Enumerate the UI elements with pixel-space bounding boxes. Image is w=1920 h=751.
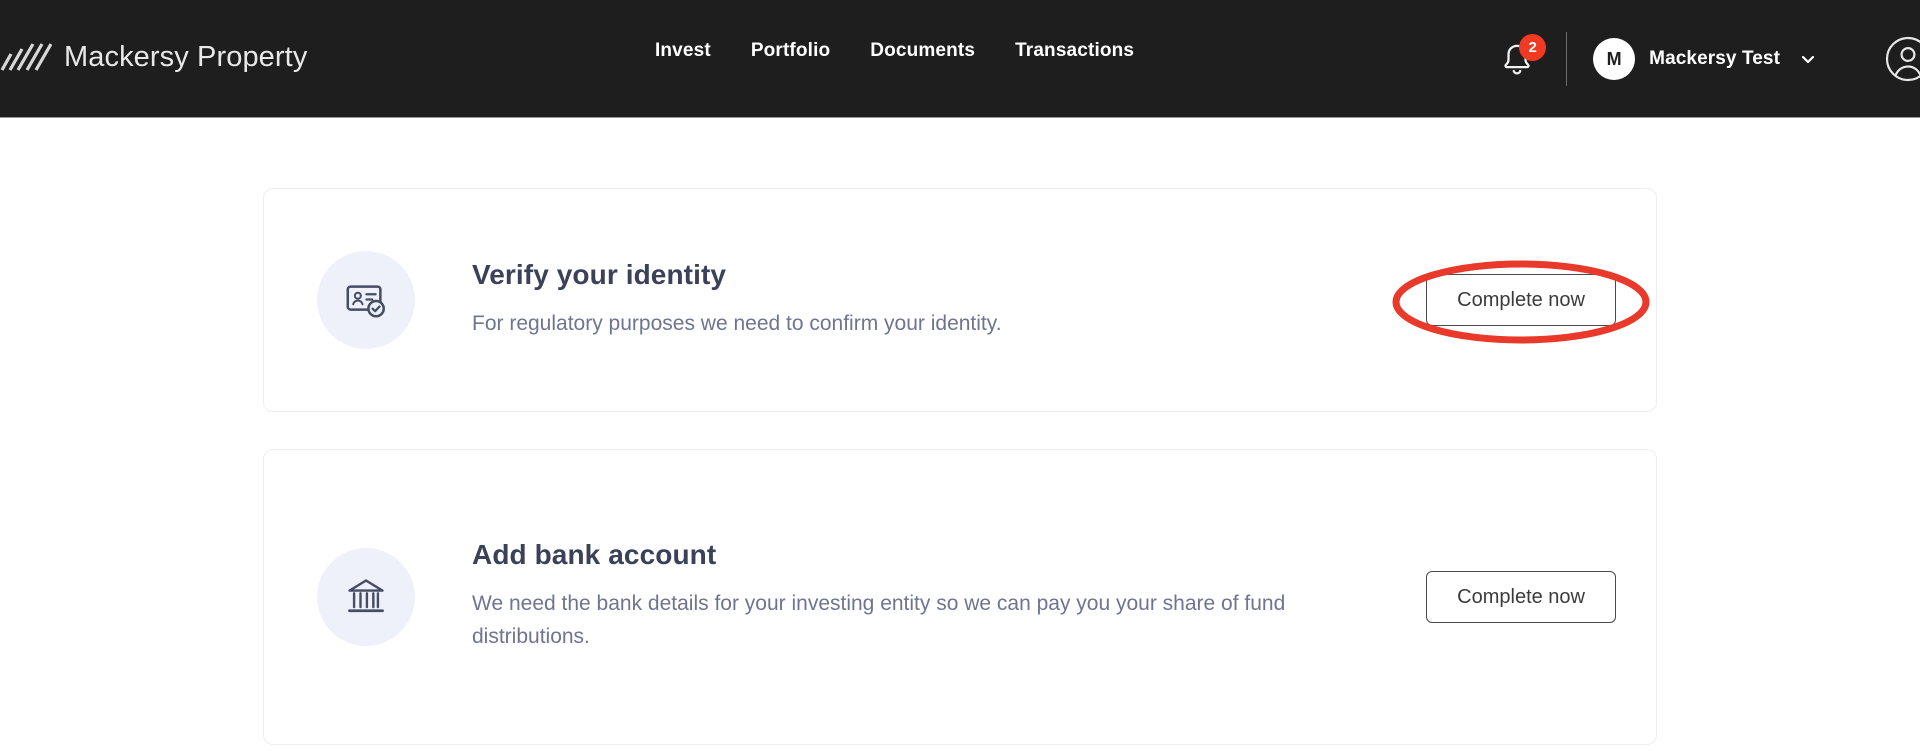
task-card-description: We need the bank details for your invest…	[472, 588, 1352, 654]
brand-name: Mackersy Property	[64, 41, 307, 74]
complete-now-button-identity[interactable]: Complete now	[1426, 274, 1616, 326]
notifications-button[interactable]: 2	[1494, 36, 1540, 82]
notification-count-badge: 2	[1519, 34, 1546, 61]
task-card-title: Add bank account	[472, 540, 1352, 571]
task-card-description: For regulatory purposes we need to confi…	[472, 308, 1352, 341]
task-card-text: Verify your identity For regulatory purp…	[472, 260, 1352, 341]
task-card-title: Verify your identity	[472, 260, 1352, 291]
nav-item-transactions[interactable]: Transactions	[1015, 40, 1134, 62]
task-card-inner: Add bank account We need the bank detail…	[317, 450, 1616, 744]
nav-item-invest[interactable]: Invest	[655, 40, 711, 62]
task-card-action: Complete now	[1426, 571, 1616, 623]
avatar: M	[1593, 38, 1635, 80]
header-right-cluster: 2 M Mackersy Test	[1494, 0, 1898, 118]
user-name-label: Mackersy Test	[1649, 48, 1780, 70]
complete-now-button-bank[interactable]: Complete now	[1426, 571, 1616, 623]
task-card-action: Complete now	[1426, 274, 1616, 326]
main-navigation: Invest Portfolio Documents Transactions	[655, 40, 1134, 62]
task-card-add-bank-account: Add bank account We need the bank detail…	[263, 449, 1657, 745]
chevron-down-icon	[1796, 49, 1816, 69]
id-card-verified-icon	[317, 251, 415, 349]
task-card-inner: Verify your identity For regulatory purp…	[317, 189, 1616, 411]
nav-item-documents[interactable]: Documents	[870, 40, 975, 62]
brand-logo[interactable]: Mackersy Property	[0, 35, 307, 79]
mackersy-diagonal-lines-logo-icon	[0, 42, 52, 72]
nav-item-portfolio[interactable]: Portfolio	[751, 40, 830, 62]
bank-icon	[317, 548, 415, 646]
user-menu[interactable]: M Mackersy Test	[1593, 38, 1816, 80]
main-content: Verify your identity For regulatory purp…	[0, 118, 1920, 751]
task-card-verify-identity: Verify your identity For regulatory purp…	[263, 188, 1657, 412]
task-card-text: Add bank account We need the bank detail…	[472, 540, 1352, 653]
header-divider	[1566, 32, 1567, 86]
top-header: Mackersy Property Invest Portfolio Docum…	[0, 0, 1920, 118]
user-circle-icon[interactable]	[1850, 35, 1898, 83]
